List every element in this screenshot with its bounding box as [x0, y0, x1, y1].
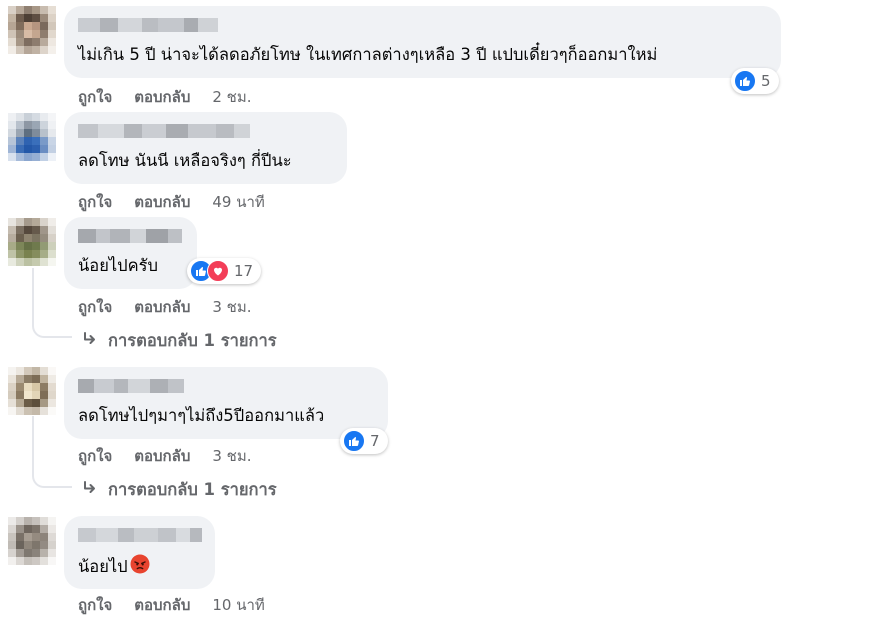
avatar[interactable] — [8, 6, 56, 54]
author-name-blurred[interactable] — [78, 229, 182, 243]
comment-text: ลดโทษไปๆมาๆไม่ถึง5ปีออกมาแล้ว — [78, 406, 325, 425]
avatar[interactable] — [8, 218, 56, 266]
thread-connector — [32, 474, 72, 488]
comment-bubble: ไม่เกิน 5 ปี น่าจะได้ลดอภัยโทษ ในเทศกาลต… — [64, 6, 781, 78]
comment-bubble: ลดโทษไปๆมาๆไม่ถึง5ปีออกมาแล้ว — [64, 367, 388, 439]
view-replies-label: การตอบกลับ 1 รายการ — [108, 480, 277, 499]
author-name-blurred[interactable] — [78, 528, 202, 542]
comment-bubble: น้อยไปครับ — [64, 217, 197, 289]
like-reaction-icon — [343, 430, 365, 452]
comment-text: น้อยไปครับ — [78, 256, 159, 275]
comment-text: ลดโทษ นันนี เหลือจริงๆ กี่ปีนะ — [78, 151, 292, 170]
author-name-blurred[interactable] — [78, 18, 218, 32]
reply-button[interactable]: ตอบกลับ — [134, 190, 190, 214]
thread-line — [32, 416, 34, 476]
timestamp[interactable]: 3 ชม. — [212, 444, 251, 468]
view-replies-link[interactable]: การตอบกลับ 1 รายการ — [82, 328, 277, 354]
comment-bubble: น้อยไป — [64, 516, 215, 589]
comment-text: ไม่เกิน 5 ปี น่าจะได้ลดอภัยโทษ ในเทศกาลต… — [78, 45, 658, 64]
angry-face-icon — [130, 554, 150, 580]
like-reaction-icon — [734, 70, 756, 92]
reply-button[interactable]: ตอบกลับ — [134, 593, 190, 617]
comment-text-content: น้อยไป — [78, 557, 128, 576]
love-reaction-icon — [207, 260, 229, 282]
like-button[interactable]: ถูกใจ — [78, 444, 112, 468]
like-button[interactable]: ถูกใจ — [78, 593, 112, 617]
avatar[interactable] — [8, 113, 56, 161]
timestamp[interactable]: 49 นาที — [212, 190, 264, 214]
reaction-summary[interactable]: 7 — [340, 428, 388, 454]
reply-button[interactable]: ตอบกลับ — [134, 295, 190, 319]
reply-button[interactable]: ตอบกลับ — [134, 85, 190, 109]
view-replies-label: การตอบกลับ 1 รายการ — [108, 331, 277, 350]
comment-actions: ถูกใจ ตอบกลับ 10 นาที — [78, 593, 265, 617]
comment-bubble: ลดโทษ นันนี เหลือจริงๆ กี่ปีนะ — [64, 112, 347, 184]
reaction-summary[interactable]: 17 — [187, 258, 262, 284]
timestamp[interactable]: 10 นาที — [212, 593, 264, 617]
reply-arrow-icon — [82, 480, 98, 500]
reaction-count: 5 — [761, 72, 771, 90]
avatar[interactable] — [8, 517, 56, 565]
comment-text: น้อยไป — [78, 554, 150, 580]
comment-actions: ถูกใจ ตอบกลับ 3 ชม. — [78, 295, 252, 319]
reaction-count: 7 — [370, 432, 380, 450]
reply-button[interactable]: ตอบกลับ — [134, 444, 190, 468]
like-button[interactable]: ถูกใจ — [78, 295, 112, 319]
timestamp[interactable]: 2 ชม. — [212, 85, 251, 109]
avatar[interactable] — [8, 367, 56, 415]
reply-arrow-icon — [82, 331, 98, 351]
like-button[interactable]: ถูกใจ — [78, 190, 112, 214]
thread-connector — [32, 324, 72, 338]
reaction-summary[interactable]: 5 — [731, 68, 779, 94]
like-button[interactable]: ถูกใจ — [78, 85, 112, 109]
thread-line — [32, 268, 34, 326]
view-replies-link[interactable]: การตอบกลับ 1 รายการ — [82, 477, 277, 503]
author-name-blurred[interactable] — [78, 379, 184, 393]
comment-actions: ถูกใจ ตอบกลับ 49 นาที — [78, 190, 265, 214]
comment-actions: ถูกใจ ตอบกลับ 2 ชม. — [78, 85, 252, 109]
timestamp[interactable]: 3 ชม. — [212, 295, 251, 319]
reaction-count: 17 — [234, 262, 254, 280]
comment-actions: ถูกใจ ตอบกลับ 3 ชม. — [78, 444, 252, 468]
author-name-blurred[interactable] — [78, 124, 250, 138]
